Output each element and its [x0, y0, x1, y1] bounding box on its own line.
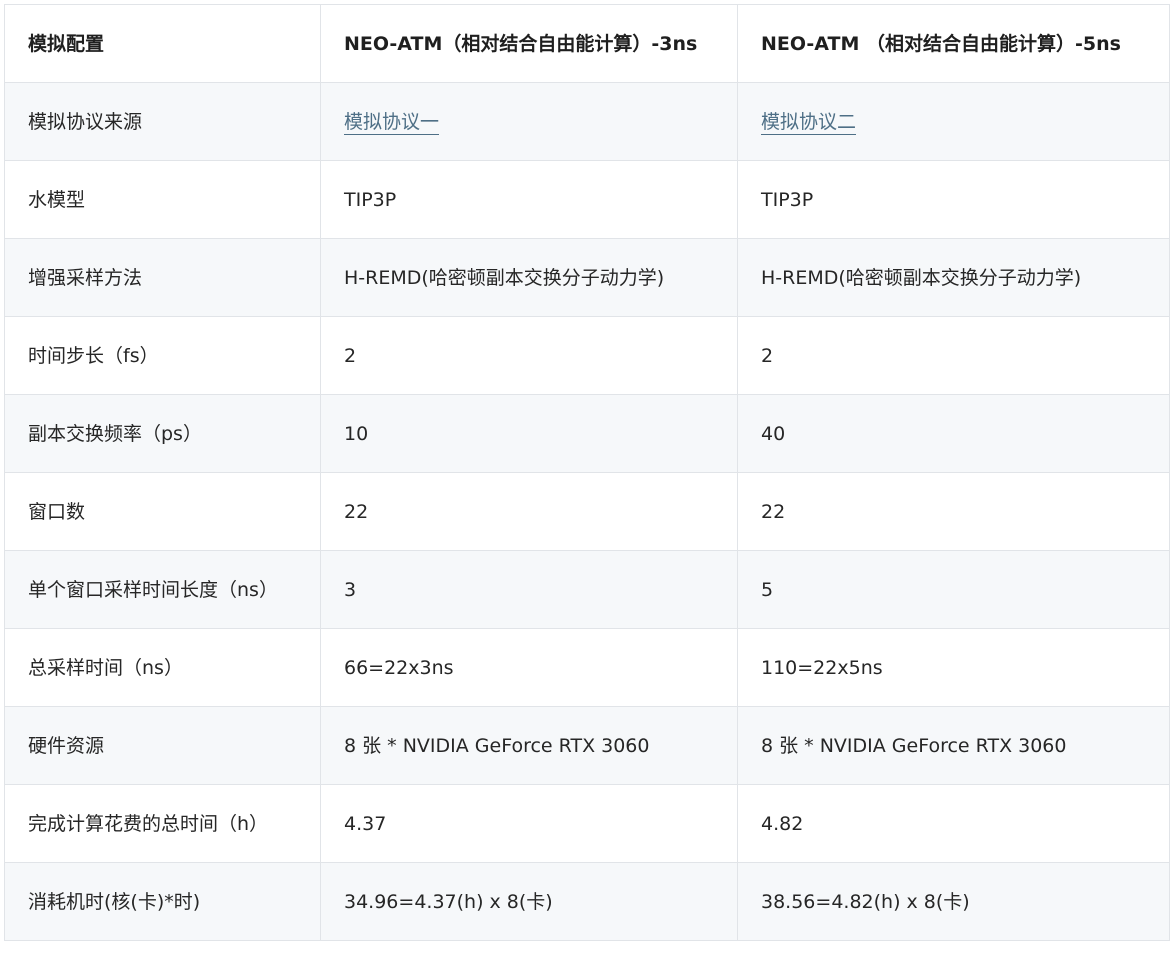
simulation-config-table: 模拟配置 NEO-ATM（相对结合自由能计算）-3ns NEO-ATM （相对结… [4, 4, 1170, 941]
header-neo-atm-5ns: NEO-ATM （相对结合自由能计算）-5ns [737, 4, 1170, 83]
table-row-sampling-method: 增强采样方法 H-REMD(哈密顿副本交换分子动力学) H-REMD(哈密顿副本… [4, 238, 1170, 317]
table-row-timestep: 时间步长（fs） 2 2 [4, 316, 1170, 395]
row-label: 硬件资源 [4, 706, 321, 785]
table-row-water-model: 水模型 TIP3P TIP3P [4, 160, 1170, 239]
row-value-5ns: 40 [737, 394, 1170, 473]
row-value-3ns: 22 [320, 472, 738, 551]
row-label: 总采样时间（ns） [4, 628, 321, 707]
table-row-exchange-frequency: 副本交换频率（ps） 10 40 [4, 394, 1170, 473]
row-label: 消耗机时(核(卡)*时) [4, 862, 321, 941]
row-label: 窗口数 [4, 472, 321, 551]
row-label: 副本交换频率（ps） [4, 394, 321, 473]
row-label: 增强采样方法 [4, 238, 321, 317]
row-label: 单个窗口采样时间长度（ns） [4, 550, 321, 629]
page: 模拟配置 NEO-ATM（相对结合自由能计算）-3ns NEO-ATM （相对结… [0, 0, 1173, 953]
row-value-3ns: 8 张 * NVIDIA GeForce RTX 3060 [320, 706, 738, 785]
row-label: 水模型 [4, 160, 321, 239]
protocol-two-link[interactable]: 模拟协议二 [761, 110, 857, 135]
row-value-3ns: 2 [320, 316, 738, 395]
header-config: 模拟配置 [4, 4, 321, 83]
row-value-5ns: H-REMD(哈密顿副本交换分子动力学) [737, 238, 1170, 317]
row-value-3ns: H-REMD(哈密顿副本交换分子动力学) [320, 238, 738, 317]
protocol-one-cell: 模拟协议一 [320, 82, 738, 161]
row-value-5ns: 8 张 * NVIDIA GeForce RTX 3060 [737, 706, 1170, 785]
row-value-5ns: 2 [737, 316, 1170, 395]
row-value-3ns: 10 [320, 394, 738, 473]
table-header-row: 模拟配置 NEO-ATM（相对结合自由能计算）-3ns NEO-ATM （相对结… [4, 4, 1170, 83]
protocol-two-cell: 模拟协议二 [737, 82, 1170, 161]
table-row-window-sampling-length: 单个窗口采样时间长度（ns） 3 5 [4, 550, 1170, 629]
header-neo-atm-3ns: NEO-ATM（相对结合自由能计算）-3ns [320, 4, 738, 83]
protocol-one-link[interactable]: 模拟协议一 [344, 110, 440, 135]
table-row-total-sampling-time: 总采样时间（ns） 66=22x3ns 110=22x5ns [4, 628, 1170, 707]
row-value-5ns: TIP3P [737, 160, 1170, 239]
row-value-3ns: 3 [320, 550, 738, 629]
row-value-5ns: 38.56=4.82(h) x 8(卡) [737, 862, 1170, 941]
table-row-hardware: 硬件资源 8 张 * NVIDIA GeForce RTX 3060 8 张 *… [4, 706, 1170, 785]
table-row-machine-hours: 消耗机时(核(卡)*时) 34.96=4.37(h) x 8(卡) 38.56=… [4, 862, 1170, 941]
table-row-total-compute-time: 完成计算花费的总时间（h） 4.37 4.82 [4, 784, 1170, 863]
row-value-3ns: TIP3P [320, 160, 738, 239]
row-value-5ns: 110=22x5ns [737, 628, 1170, 707]
row-label: 时间步长（fs） [4, 316, 321, 395]
row-label: 模拟协议来源 [4, 82, 321, 161]
row-label: 完成计算花费的总时间（h） [4, 784, 321, 863]
row-value-5ns: 22 [737, 472, 1170, 551]
table-row-protocol-source: 模拟协议来源 模拟协议一 模拟协议二 [4, 82, 1170, 161]
row-value-3ns: 66=22x3ns [320, 628, 738, 707]
table-row-window-count: 窗口数 22 22 [4, 472, 1170, 551]
row-value-3ns: 34.96=4.37(h) x 8(卡) [320, 862, 738, 941]
row-value-5ns: 4.82 [737, 784, 1170, 863]
row-value-3ns: 4.37 [320, 784, 738, 863]
row-value-5ns: 5 [737, 550, 1170, 629]
